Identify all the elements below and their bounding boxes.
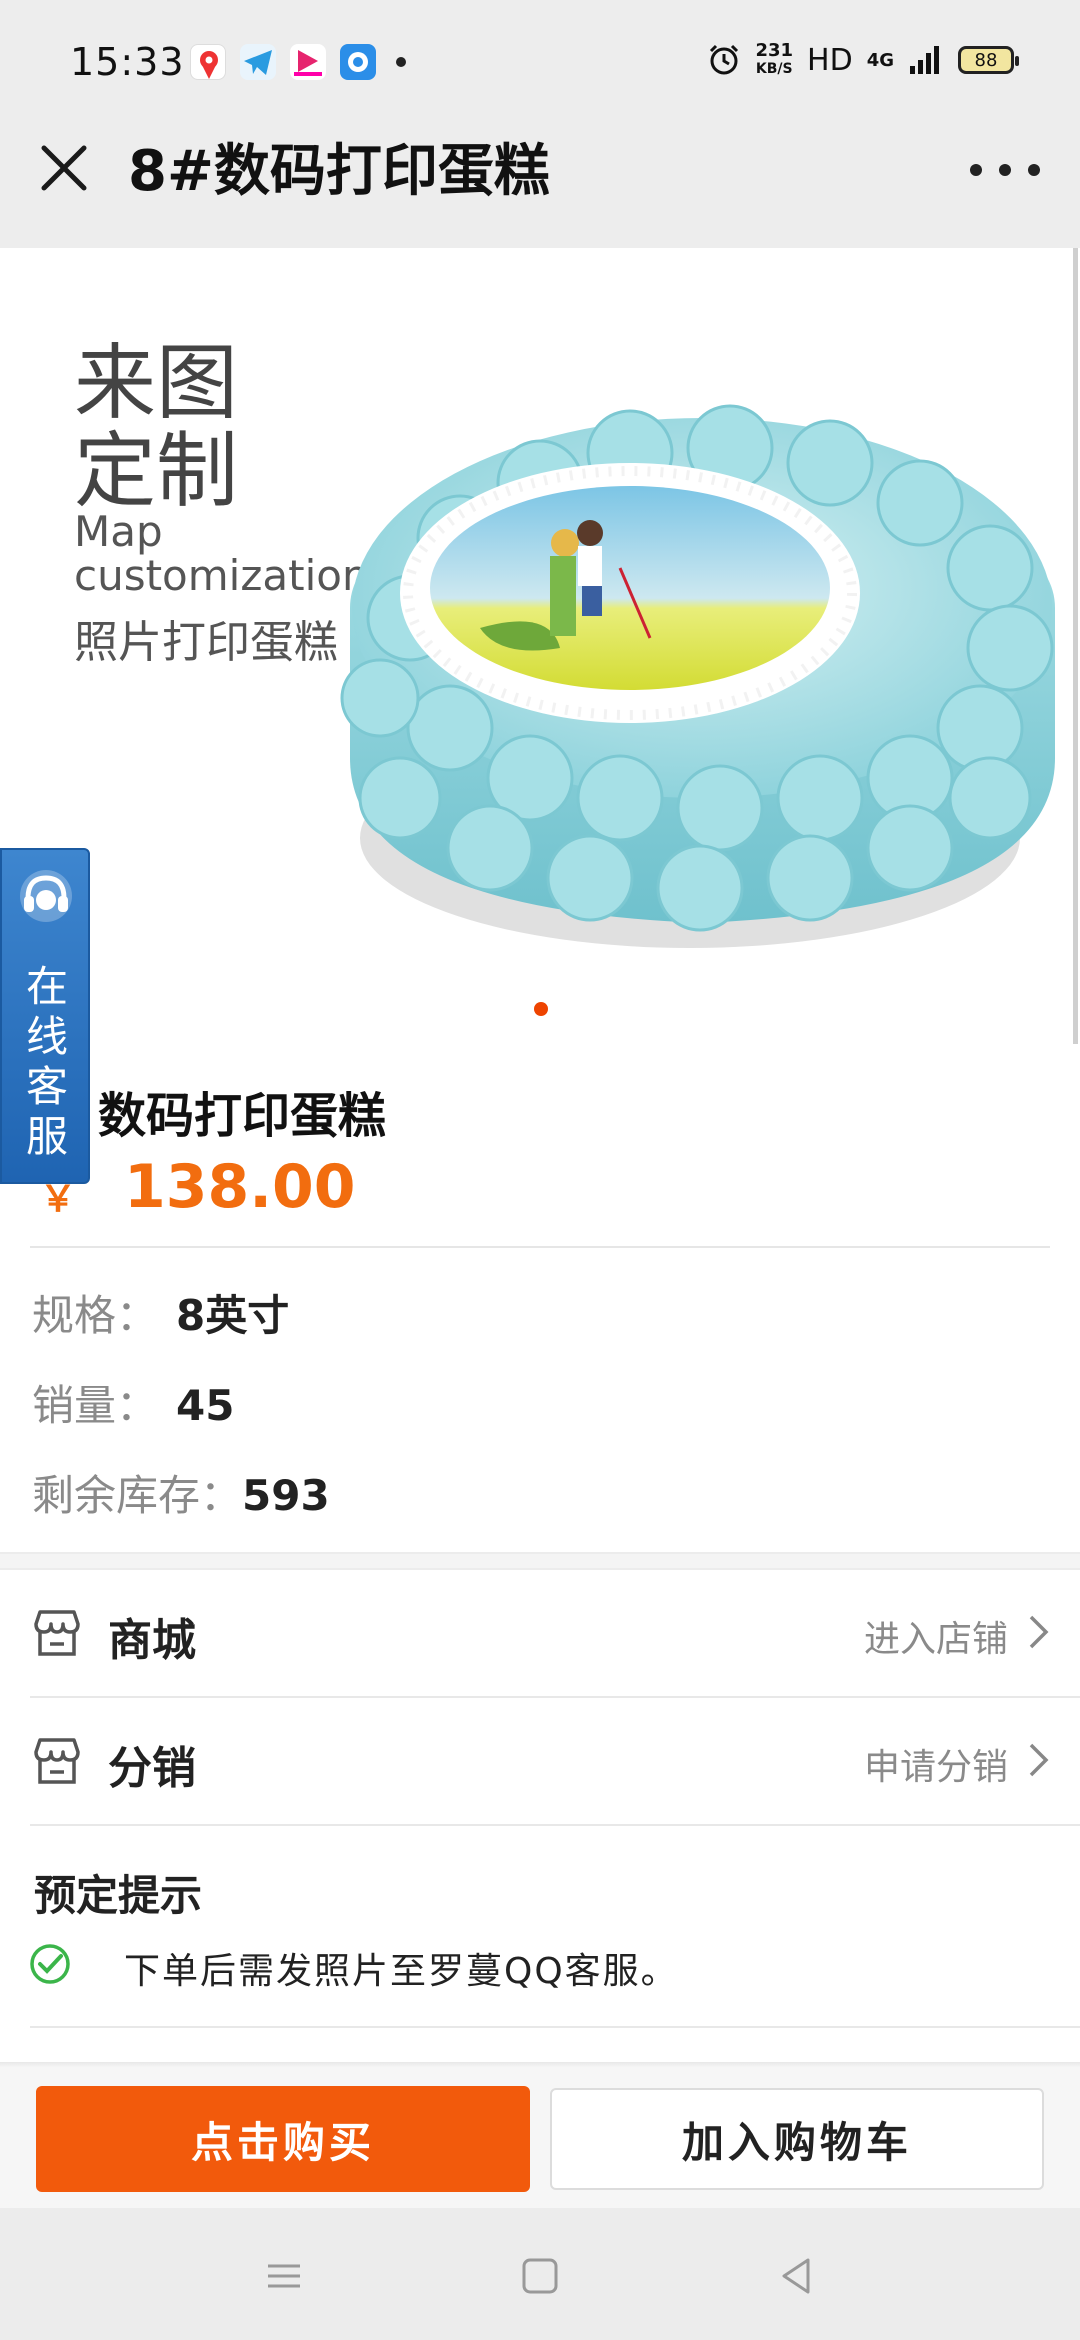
spec-stock-value: 593 [242, 1471, 330, 1520]
hero-title-line2: 定制 [74, 424, 239, 519]
status-app-icons [190, 44, 406, 80]
booking-notice-text: 下单后需发照片至罗蔓QQ客服。 [124, 1951, 679, 1992]
link-row-distribution-label: 分销 [108, 1743, 196, 1794]
hero-title: 来图 定制 [74, 340, 238, 516]
product-price: 138.00 [124, 1152, 356, 1222]
system-nav-bar [0, 2208, 1080, 2340]
network-speed: 231 KB/S [755, 42, 793, 78]
network-speed-value: 231 [755, 40, 794, 61]
network-speed-unit: KB/S [755, 61, 793, 77]
row-divider [30, 1824, 1080, 1826]
hd-indicator: HD [807, 42, 853, 78]
chevron-right-icon [1029, 1743, 1049, 1777]
browser-app-icon [340, 44, 376, 80]
more-icon [970, 164, 982, 176]
back-icon[interactable] [774, 2254, 818, 2298]
network-type: 4G [866, 49, 894, 71]
spec-row-stock: 剩余库存：593 [32, 1462, 330, 1523]
alarm-icon [710, 44, 739, 75]
cake-image [340, 404, 1055, 948]
video-app-icon [290, 44, 326, 80]
online-customer-service-button[interactable]: 在线客服 [0, 848, 90, 1184]
battery-indicator: 88 [958, 46, 1019, 74]
close-icon [41, 145, 87, 191]
page-title: 8#数码打印蛋糕 [128, 139, 550, 204]
chevron-right-icon [1029, 1615, 1049, 1649]
booking-notice-title: 预定提示 [34, 1871, 203, 1920]
buy-now-button[interactable]: 点击购买 [36, 2086, 530, 2192]
hero-subtitle-cn: 照片打印蛋糕 [74, 617, 338, 668]
spec-row-sales: 销量： 45 [32, 1372, 234, 1433]
status-bar: 15:33 231 KB/S HD 4G 88 [0, 0, 1080, 132]
home-icon[interactable] [518, 2254, 562, 2298]
signal-icon [910, 46, 939, 74]
battery-level: 88 [974, 49, 998, 71]
product-image-carousel[interactable]: 来图 定制 Map customization 照片打印蛋糕 [0, 248, 1080, 1044]
hero-title-line1: 来图 [74, 336, 239, 431]
apply-distribution-link[interactable]: 申请分销 [864, 1738, 1008, 1790]
status-indicators: 231 KB/S HD 4G 88 [707, 42, 1019, 78]
close-button[interactable] [34, 138, 94, 198]
notification-dot [396, 57, 406, 67]
spec-sales-label: 销量： [32, 1381, 159, 1430]
product-name: 数码打印蛋糕 [98, 1088, 387, 1144]
enter-store-link[interactable]: 进入店铺 [864, 1610, 1008, 1662]
link-row-distribution[interactable]: 分销 申请分销 [0, 1698, 1080, 1826]
spec-size-label: 规格： [32, 1291, 159, 1340]
section-divider [0, 1552, 1080, 1570]
link-row-mall[interactable]: 商城 进入店铺 [0, 1570, 1080, 1698]
price-currency: ￥ [40, 1179, 77, 1220]
headset-icon [20, 870, 72, 922]
online-customer-service-label: 在线客服 [25, 962, 68, 1161]
spec-size-value: 8英寸 [176, 1291, 290, 1340]
spec-row-size: 规格： 8英寸 [32, 1282, 289, 1343]
menu-icon[interactable] [262, 2254, 306, 2298]
spec-stock-label: 剩余库存： [32, 1471, 243, 1520]
status-time: 15:33 [70, 40, 185, 84]
spec-sales-value: 45 [176, 1381, 235, 1430]
carousel-indicator-active[interactable] [534, 1002, 548, 1016]
page-scrollbar[interactable] [1073, 248, 1078, 1044]
row-divider [30, 2026, 1080, 2028]
telegram-app-icon [240, 44, 276, 80]
divider [30, 1246, 1050, 1248]
check-circle-icon [30, 1944, 70, 1984]
add-to-cart-button[interactable]: 加入购物车 [550, 2088, 1044, 2190]
store-icon [34, 1738, 80, 1784]
more-button[interactable] [970, 150, 1040, 190]
map-app-icon [190, 44, 226, 80]
store-icon [34, 1610, 80, 1656]
link-row-mall-label: 商城 [108, 1615, 196, 1666]
